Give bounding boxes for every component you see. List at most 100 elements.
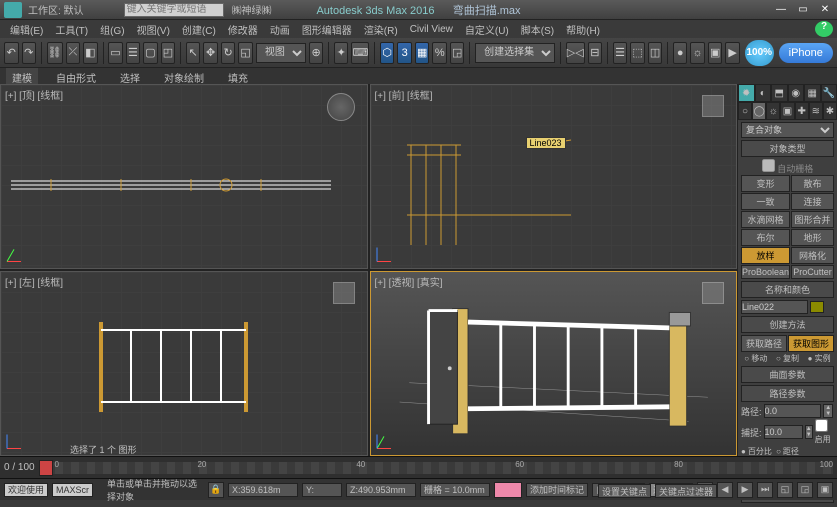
create-method-header[interactable]: 创建方法 — [741, 316, 834, 333]
close-icon[interactable]: ✕ — [817, 4, 833, 15]
scale-button[interactable]: ◱ — [238, 42, 253, 64]
morph-button[interactable]: 变形 — [741, 175, 790, 192]
menu-tools[interactable]: 工具(T) — [49, 22, 94, 37]
mesher-button[interactable]: 网格化 — [791, 247, 834, 264]
x-field[interactable]: X:359.618m — [228, 483, 298, 497]
help-search-input[interactable] — [124, 3, 224, 17]
move-radio[interactable]: 移动 — [751, 354, 767, 363]
object-tag[interactable]: Line023 — [526, 137, 566, 149]
snap-toggle-button[interactable]: ⬡ — [380, 42, 395, 64]
menu-create[interactable]: 创建(C) — [176, 22, 222, 37]
menu-render[interactable]: 渲染(R) — [358, 22, 404, 37]
link-button[interactable]: ⛓ — [47, 42, 63, 64]
time-tag-icon[interactable] — [494, 482, 522, 498]
pivot-button[interactable]: ⊕ — [309, 42, 324, 64]
z-field[interactable]: Z:490.953mm — [346, 483, 416, 497]
keyfilter-button[interactable]: 关键点过滤器 — [655, 484, 717, 498]
move-button[interactable]: ✥ — [203, 42, 218, 64]
undo-button[interactable]: ↶ — [4, 42, 19, 64]
time-track[interactable]: 020 4060 80100 — [39, 462, 833, 474]
redo-button[interactable]: ↷ — [22, 42, 37, 64]
spinner-icon[interactable]: ▲▼ — [805, 425, 813, 439]
zoom-all-icon[interactable]: ◲ — [797, 482, 813, 498]
space-icon[interactable]: ≋ — [809, 102, 823, 120]
max-vp-icon[interactable]: ▣ — [817, 482, 833, 498]
modify-tab-icon[interactable]: ◐ — [755, 84, 772, 102]
render-setup-button[interactable]: ☼ — [690, 42, 705, 64]
spinner-snap-button[interactable]: ◲ — [450, 42, 465, 64]
lights-icon[interactable]: ☼ — [766, 102, 780, 120]
menu-civil[interactable]: Civil View — [404, 24, 459, 35]
align-button[interactable]: ⊟ — [588, 42, 603, 64]
add-time-tag[interactable]: 添加时间标记 — [526, 483, 588, 497]
conform-button[interactable]: 一致 — [741, 193, 790, 210]
systems-icon[interactable]: ✱ — [823, 102, 837, 120]
maxscript-label[interactable]: MAXScr — [52, 483, 93, 497]
color-swatch[interactable] — [810, 301, 824, 313]
unlink-button[interactable]: ⤫ — [66, 42, 81, 64]
surf-param-header[interactable]: 曲面参数 — [741, 366, 834, 383]
menu-group[interactable]: 组(G) — [94, 22, 130, 37]
play-next-icon[interactable]: ⏭ — [757, 482, 773, 498]
schematic-button[interactable]: ◫ — [648, 42, 663, 64]
time-slider[interactable]: 0 / 100 020 4060 80100 — [0, 456, 837, 478]
menu-mod[interactable]: 修改器 — [222, 22, 264, 37]
motion-tab-icon[interactable]: ◉ — [788, 84, 805, 102]
mat-ed-button[interactable]: ● — [673, 42, 688, 64]
menu-anim[interactable]: 动画 — [264, 22, 296, 37]
spinner-icon[interactable]: ▲▼ — [823, 404, 833, 418]
select-button[interactable]: ▭ — [108, 42, 123, 64]
layers-button[interactable]: ☰ — [613, 42, 628, 64]
menu-view[interactable]: 视图(V) — [131, 22, 176, 37]
utility-tab-icon[interactable]: 🔧 — [821, 84, 837, 102]
snap-pct-button[interactable]: ▦ — [415, 42, 430, 64]
create-type-select[interactable]: 复合对象 — [741, 122, 834, 138]
time-thumb[interactable] — [39, 460, 53, 476]
play-icon[interactable]: ▶ — [737, 482, 753, 498]
cameras-icon[interactable]: ▣ — [780, 102, 794, 120]
snap-enable-check[interactable] — [815, 419, 828, 432]
y-field[interactable]: Y: — [302, 483, 342, 497]
render-button[interactable]: ▶ — [725, 42, 740, 64]
get-path-button[interactable]: 获取路径 — [741, 335, 787, 352]
boolean-button[interactable]: 布尔 — [741, 229, 790, 246]
menu-graph[interactable]: 图形编辑器 — [296, 22, 358, 37]
path-input[interactable] — [764, 404, 822, 418]
menu-edit[interactable]: 编辑(E) — [4, 22, 49, 37]
blobmesh-button[interactable]: 水滴网格 — [741, 211, 790, 228]
maximize-icon[interactable]: ▭ — [795, 4, 811, 15]
shapes-icon[interactable]: ◯ — [752, 102, 766, 120]
select-name-button[interactable]: ☰ — [126, 42, 141, 64]
setkey-button[interactable]: 设置关键点 — [598, 484, 651, 498]
minimize-icon[interactable]: — — [773, 4, 789, 15]
snap-input[interactable] — [764, 425, 803, 439]
procutter-button[interactable]: ProCutter — [791, 265, 834, 279]
named-sel-select[interactable]: 创建选择集 — [475, 43, 555, 63]
loft-button[interactable]: 放样 — [741, 247, 790, 264]
obj-type-header[interactable]: 对象类型 — [741, 140, 834, 157]
help-icon[interactable]: ? — [815, 21, 833, 37]
ref-coord-select[interactable]: 视图 — [256, 43, 306, 63]
select-obj-button[interactable]: ↖ — [186, 42, 201, 64]
rotate-button[interactable]: ↻ — [221, 42, 236, 64]
get-shape-button[interactable]: 获取图形 — [788, 335, 834, 352]
name-color-header[interactable]: 名称和颜色 — [741, 281, 834, 298]
copy-radio[interactable]: 复制 — [783, 354, 799, 363]
lock-icon[interactable]: 🔒 — [208, 482, 224, 498]
select-rect-button[interactable]: ▢ — [143, 42, 158, 64]
select-win-button[interactable]: ◰ — [161, 42, 176, 64]
hierarchy-tab-icon[interactable]: ⬒ — [771, 84, 788, 102]
render-frame-button[interactable]: ▣ — [708, 42, 723, 64]
viewport-persp[interactable]: [+] [透视] [真实] — [370, 271, 738, 456]
shapemerge-button[interactable]: 图形合并 — [791, 211, 834, 228]
viewport-front[interactable]: [+] [前] [线框] Line023 — [370, 84, 738, 269]
create-tab-icon[interactable]: ✹ — [738, 84, 755, 102]
viewport-top[interactable]: [+] [顶] [线框] — [0, 84, 368, 269]
manip-button[interactable]: ✦ — [334, 42, 349, 64]
path-param-header[interactable]: 路径参数 — [741, 385, 834, 402]
iphone-button[interactable]: iPhone — [779, 43, 833, 63]
geom-icon[interactable]: ○ — [738, 102, 752, 120]
mirror-button[interactable]: ▷◁ — [566, 42, 585, 64]
helpers-icon[interactable]: ✚ — [795, 102, 809, 120]
bind-button[interactable]: ◧ — [83, 42, 98, 64]
